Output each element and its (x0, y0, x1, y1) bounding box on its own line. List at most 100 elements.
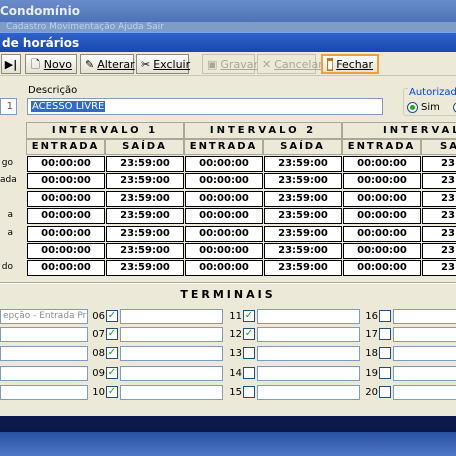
code-field[interactable]: 1 (0, 98, 17, 115)
exit-time-field[interactable]: 23:59:00 (106, 173, 184, 189)
save-icon: ▣ (207, 57, 218, 71)
terminal-checkbox[interactable] (379, 367, 391, 379)
exit-time-field[interactable]: 23:59:00 (106, 243, 184, 259)
entry-time-field[interactable]: 00:00:00 (185, 173, 263, 189)
save-button[interactable]: ▣ Gravar (202, 54, 258, 74)
entry-time-field[interactable]: 00:00:00 (27, 156, 105, 172)
exit-time-field[interactable]: 23: (422, 226, 456, 242)
entry-time-field[interactable]: 00:00:00 (185, 156, 263, 172)
terminal-checkbox[interactable]: ✓ (106, 386, 118, 398)
entry-time-field[interactable]: 00:00:00 (185, 208, 263, 224)
terminal-checkbox[interactable] (243, 386, 255, 398)
terminal-checkbox[interactable] (243, 347, 255, 359)
exit-time-field[interactable]: 23:59:00 (264, 173, 342, 189)
exit-time-field[interactable]: 23:59:00 (264, 260, 342, 276)
entry-time-field[interactable]: 00:00:00 (27, 260, 105, 276)
entry-time-field[interactable]: 00:00:00 (343, 156, 421, 172)
terminal-name-field[interactable] (393, 366, 456, 381)
nav-last-button[interactable]: ▶| (1, 54, 21, 74)
sub-header: SA (421, 139, 456, 155)
terminal-name-field[interactable] (0, 346, 88, 361)
terminal-checkbox[interactable] (379, 328, 391, 340)
terminal-checkbox[interactable]: ✓ (106, 367, 118, 379)
terminal-number: 14 (229, 368, 242, 379)
terminal-name-field[interactable] (257, 385, 360, 400)
terminal-name-field[interactable] (393, 346, 456, 361)
new-label: Novo (43, 57, 72, 71)
entry-time-field[interactable]: 00:00:00 (27, 173, 105, 189)
terminal-checkbox[interactable]: ✓ (106, 310, 118, 322)
terminal-checkbox[interactable] (379, 347, 391, 359)
terminal-name-field[interactable] (120, 385, 223, 400)
exit-time-field[interactable]: 23: (422, 156, 456, 172)
radio-sim-label: Sim (421, 102, 440, 113)
sub-header: ENTRADA (26, 139, 105, 155)
terminal-name-field[interactable] (0, 366, 88, 381)
terminal-name-field[interactable] (393, 385, 456, 400)
entry-time-field[interactable]: 00:00:00 (343, 226, 421, 242)
terminal-name-field[interactable] (120, 366, 223, 381)
interval-3-header: INTERVALO (342, 122, 456, 139)
terminal-checkbox[interactable] (243, 367, 255, 379)
cancel-button[interactable]: ✕ Cancelar (257, 54, 323, 74)
entry-time-field[interactable]: 00:00:00 (27, 226, 105, 242)
terminal-name-field[interactable] (257, 366, 360, 381)
terminal-number: 08 (92, 348, 105, 359)
terminal-checkbox[interactable]: ✓ (243, 328, 255, 340)
description-input[interactable]: ACESSO LIVRE (27, 98, 383, 115)
terminal-checkbox[interactable]: ✓ (106, 328, 118, 340)
entry-time-field[interactable]: 00:00:00 (343, 191, 421, 207)
terminal-name-field[interactable] (257, 309, 360, 324)
edit-button[interactable]: ✎ Alterar (80, 54, 135, 74)
exit-time-field[interactable]: 23: (422, 260, 456, 276)
entry-time-field[interactable]: 00:00:00 (343, 260, 421, 276)
exit-time-field[interactable]: 23: (422, 243, 456, 259)
entry-time-field[interactable]: 00:00:00 (343, 208, 421, 224)
exit-time-field[interactable]: 23:59:00 (264, 208, 342, 224)
terminal-name-field[interactable] (120, 327, 223, 342)
exit-time-field[interactable]: 23:59:00 (106, 208, 184, 224)
dialog-title-bar: de horários (0, 32, 456, 52)
terminal-name-field[interactable] (0, 327, 88, 342)
entry-time-field[interactable]: 00:00:00 (343, 173, 421, 189)
entry-time-field[interactable]: 00:00:00 (27, 243, 105, 259)
delete-button[interactable]: ✂ Excluir (136, 54, 190, 74)
terminal-name-field[interactable] (0, 385, 88, 400)
terminal-name-field[interactable] (120, 346, 223, 361)
dialog-title: de horários (2, 36, 80, 50)
exit-time-field[interactable]: 23:59:00 (264, 243, 342, 259)
cancel-label: Cancelar (274, 57, 323, 71)
exit-time-field[interactable]: 23:59:00 (264, 156, 342, 172)
exit-time-field[interactable]: 23: (422, 208, 456, 224)
terminal-checkbox[interactable]: ✓ (106, 347, 118, 359)
entry-time-field[interactable]: 00:00:00 (27, 208, 105, 224)
entry-time-field[interactable]: 00:00:00 (27, 191, 105, 207)
exit-time-field[interactable]: 23:59:00 (106, 260, 184, 276)
entry-time-field[interactable]: 00:00:00 (185, 260, 263, 276)
terminal-name-field[interactable] (393, 309, 456, 324)
terminal-name-field[interactable] (393, 327, 456, 342)
entry-time-field[interactable]: 00:00:00 (185, 191, 263, 207)
entry-time-field[interactable]: 00:00:00 (343, 243, 421, 259)
exit-time-field[interactable]: 23:59:00 (264, 226, 342, 242)
terminal-checkbox[interactable]: ✓ (243, 310, 255, 322)
exit-time-field[interactable]: 23:59:00 (264, 191, 342, 207)
terminal-name-field[interactable] (257, 327, 360, 342)
exit-time-field[interactable]: 23: (422, 173, 456, 189)
terminal-name-field[interactable] (257, 346, 360, 361)
terminal-checkbox[interactable] (379, 386, 391, 398)
exit-time-field[interactable]: 23:59:00 (106, 191, 184, 207)
entry-time-field[interactable]: 00:00:00 (185, 243, 263, 259)
close-button[interactable]: ▮ Fechar (321, 54, 379, 74)
taskbar (0, 432, 456, 456)
radio-sim[interactable]: Sim (407, 102, 440, 113)
exit-time-field[interactable]: 23:59:00 (106, 156, 184, 172)
day-label: go (1, 158, 13, 168)
new-button[interactable]: 🗋 Novo (25, 54, 77, 74)
exit-time-field[interactable]: 23: (422, 191, 456, 207)
terminal-name-field[interactable]: epção - Entrada Princi (0, 309, 88, 324)
terminal-name-field[interactable] (120, 309, 223, 324)
terminal-checkbox[interactable] (379, 310, 391, 322)
exit-time-field[interactable]: 23:59:00 (106, 226, 184, 242)
entry-time-field[interactable]: 00:00:00 (185, 226, 263, 242)
